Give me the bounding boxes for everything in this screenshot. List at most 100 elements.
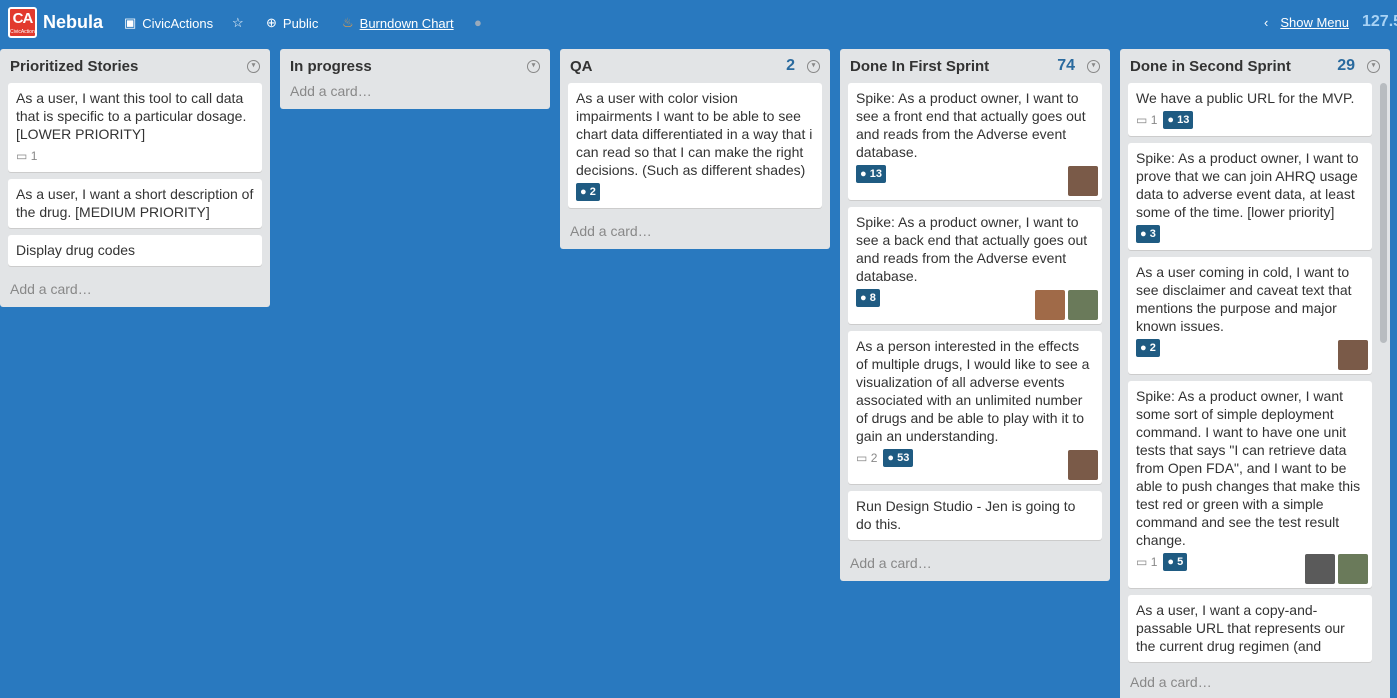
comment-badge: ▭ 2 (856, 449, 877, 467)
card-title: As a user with color vision impairments … (576, 90, 813, 178)
list-qa: QA 2 ▾ As a user with color vision impai… (560, 49, 830, 249)
points-value: 53 (897, 452, 910, 464)
points-value: 13 (1177, 114, 1190, 126)
list-menu-icon[interactable]: ▾ (527, 59, 540, 73)
comment-badge: ▭ 1 (16, 147, 37, 165)
card-title: Display drug codes (16, 242, 136, 258)
card-title: As a user, I want a short description of… (16, 186, 254, 220)
board-logo[interactable]: CA CivicActions (8, 7, 37, 38)
avatar[interactable] (1338, 554, 1368, 584)
list-header: Done in Second Sprint 29 ▾ (1120, 49, 1390, 83)
list-title[interactable]: Done in Second Sprint (1130, 58, 1337, 75)
card[interactable]: Display drug codes (8, 235, 262, 266)
bulb-icon: ● (474, 15, 482, 30)
comment-icon: ▭ (856, 451, 868, 465)
visibility-button[interactable]: ⊕ Public (266, 15, 318, 31)
list-menu-icon[interactable]: ▾ (247, 59, 260, 73)
points-badge: ● 3 (1136, 225, 1160, 243)
comment-count: 2 (870, 451, 878, 465)
card-title: Spike: As a product owner, I want to see… (856, 90, 1086, 160)
list-header: In progress ▾ (280, 49, 550, 83)
add-card-button[interactable]: Add a card… (1120, 666, 1390, 698)
card[interactable]: As a user, I want this tool to call data… (8, 83, 262, 172)
comment-count: 1 (30, 149, 38, 163)
card-title: As a user coming in cold, I want to see … (1136, 264, 1352, 334)
comment-badge: ▭ 1 (1136, 553, 1157, 571)
card[interactable]: As a person interested in the effects of… (848, 331, 1102, 484)
points-badge: ● 8 (856, 289, 880, 307)
avatar[interactable] (1068, 450, 1098, 480)
points-badge: ● 53 (883, 449, 914, 467)
card[interactable]: Spike: As a product owner, I want some s… (1128, 381, 1372, 588)
board-header: CA CivicActions Nebula ▣ CivicActions ☆ … (0, 0, 1397, 46)
list-scrollbar[interactable] (1380, 83, 1387, 343)
list-title[interactable]: Prioritized Stories (10, 58, 247, 75)
star-icon: ☆ (232, 15, 244, 30)
bulb-icon: ● (1140, 228, 1147, 240)
fire-icon: ♨ (342, 15, 354, 30)
add-card-button[interactable]: Add a card… (560, 215, 830, 249)
list-menu-icon[interactable]: ▾ (807, 59, 820, 73)
add-card-button[interactable]: Add a card… (840, 547, 1110, 581)
board-name[interactable]: Nebula (43, 12, 103, 33)
show-menu-label: Show Menu (1280, 15, 1349, 30)
points-badge: ● 2 (1136, 339, 1160, 357)
card-title: As a person interested in the effects of… (856, 338, 1090, 444)
power-up-icon[interactable]: ● (474, 15, 482, 30)
comment-icon: ▭ (1136, 113, 1148, 127)
bulb-icon: ● (580, 186, 587, 198)
avatar[interactable] (1035, 290, 1065, 320)
comment-icon: ▭ (16, 149, 28, 163)
card[interactable]: Spike: As a product owner, I want to see… (848, 207, 1102, 324)
points-badge: ● 13 (1163, 111, 1194, 129)
list-done-first-sprint: Done In First Sprint 74 ▾ Spike: As a pr… (840, 49, 1110, 581)
card[interactable]: Spike: As a product owner, I want to see… (848, 83, 1102, 200)
org-link[interactable]: ▣ CivicActions (124, 15, 213, 31)
bulb-icon: ● (1140, 342, 1147, 354)
list-points-count: 74 (1057, 57, 1075, 74)
list-menu-icon[interactable]: ▾ (1087, 59, 1100, 73)
list-title[interactable]: Done In First Sprint (850, 58, 1057, 75)
card[interactable]: As a user, I want a short description of… (8, 179, 262, 228)
card[interactable]: As a user coming in cold, I want to see … (1128, 257, 1372, 374)
card-title: As a user, I want this tool to call data… (16, 90, 247, 142)
avatar[interactable] (1305, 554, 1335, 584)
card[interactable]: As a user, I want a copy-and-passable UR… (1128, 595, 1372, 662)
add-card-button[interactable]: Add a card… (0, 273, 270, 307)
chevron-left-icon: ‹ (1264, 15, 1269, 30)
card-title: Spike: As a product owner, I want to pro… (1136, 150, 1359, 220)
list-header: Done In First Sprint 74 ▾ (840, 49, 1110, 83)
comment-badge: ▭ 1 (1136, 111, 1157, 129)
comment-icon: ▭ (1136, 555, 1148, 569)
avatar[interactable] (1068, 166, 1098, 196)
org-name: CivicActions (142, 15, 214, 31)
card-title: Spike: As a product owner, I want to see… (856, 214, 1088, 284)
points-badge: ● 13 (856, 165, 886, 183)
points-total: 127.5 (1362, 13, 1397, 30)
add-card-button[interactable]: Add a card… (280, 83, 550, 109)
bulb-icon: ● (887, 452, 895, 464)
card-title: Spike: As a product owner, I want some s… (1136, 388, 1361, 548)
list-prioritized-stories: Prioritized Stories ▾ As a user, I want … (0, 49, 270, 307)
avatar[interactable] (1068, 290, 1098, 320)
bulb-icon: ● (1167, 114, 1175, 126)
star-button[interactable]: ☆ (232, 15, 244, 31)
points-value: 5 (1177, 556, 1184, 568)
bulb-icon: ● (1167, 556, 1175, 568)
list-menu-icon[interactable]: ▾ (1367, 59, 1380, 73)
list-in-progress: In progress ▾ Add a card… (280, 49, 550, 109)
card[interactable]: As a user with color vision impairments … (568, 83, 822, 208)
list-title[interactable]: In progress (290, 58, 527, 75)
list-title[interactable]: QA (570, 58, 786, 75)
organization-icon: ▣ (124, 15, 137, 30)
logo-text: CA (12, 10, 34, 27)
show-menu-button[interactable]: ‹ Show Menu (1264, 15, 1349, 30)
card-title: We have a public URL for the MVP. (1136, 90, 1355, 106)
card[interactable]: We have a public URL for the MVP. ▭ 1 ● … (1128, 83, 1372, 136)
card[interactable]: Run Design Studio - Jen is going to do t… (848, 491, 1102, 540)
logo-subtext: CivicActions (10, 29, 38, 35)
avatar[interactable] (1338, 340, 1368, 370)
burndown-chart-link[interactable]: ♨ Burndown Chart (342, 15, 454, 31)
list-done-second-sprint: Done in Second Sprint 29 ▾ We have a pub… (1120, 49, 1390, 698)
card[interactable]: Spike: As a product owner, I want to pro… (1128, 143, 1372, 250)
